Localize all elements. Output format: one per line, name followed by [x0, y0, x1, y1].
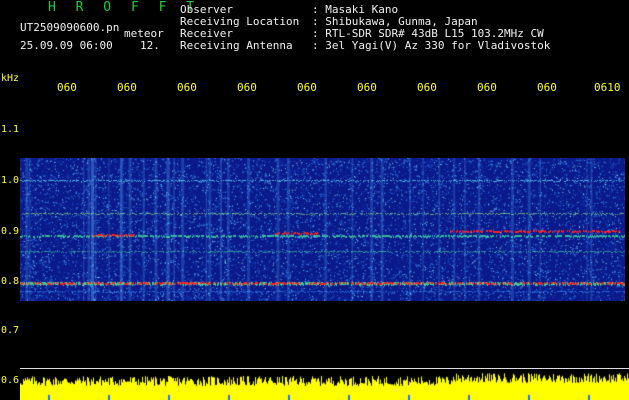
date-time: 25.09.09 06:00 — [20, 39, 113, 52]
y-tick: 0.9 — [1, 226, 20, 237]
x-tick: 060 — [57, 81, 77, 94]
hrofft-window: H R O F F T UT2509090600.pn meteor 25.09… — [0, 0, 629, 400]
x-tick: 060 — [237, 81, 257, 94]
x-tick: 0610 — [594, 81, 621, 94]
x-tick: 060 — [537, 81, 557, 94]
signal-level-meter — [20, 370, 629, 400]
x-tick: 060 — [417, 81, 437, 94]
unit-label: kHz — [1, 73, 20, 84]
x-tick: 060 — [357, 81, 377, 94]
file-name: UT2509090600.pn — [20, 21, 120, 34]
y-tick: 1.0 — [1, 175, 20, 186]
x-tick: 060 — [297, 81, 317, 94]
y-tick: 0.8 — [1, 276, 20, 287]
app-title: H R O F F T — [48, 0, 201, 15]
baseline-divider — [20, 368, 629, 369]
echo-count: 12. — [140, 39, 160, 52]
spectrogram — [20, 158, 625, 301]
x-tick: 060 — [477, 81, 497, 94]
x-tick: 060 — [117, 81, 137, 94]
info-value-antenna: : 3el Yagi(V) Az 330 for Vladivostok — [312, 39, 551, 52]
x-tick: 060 — [177, 81, 197, 94]
info-label-antenna: Receiving Antenna — [180, 39, 293, 52]
y-tick: 0.7 — [1, 325, 20, 336]
y-tick: 0.6 — [1, 375, 20, 386]
y-tick: 1.1 — [1, 124, 20, 135]
